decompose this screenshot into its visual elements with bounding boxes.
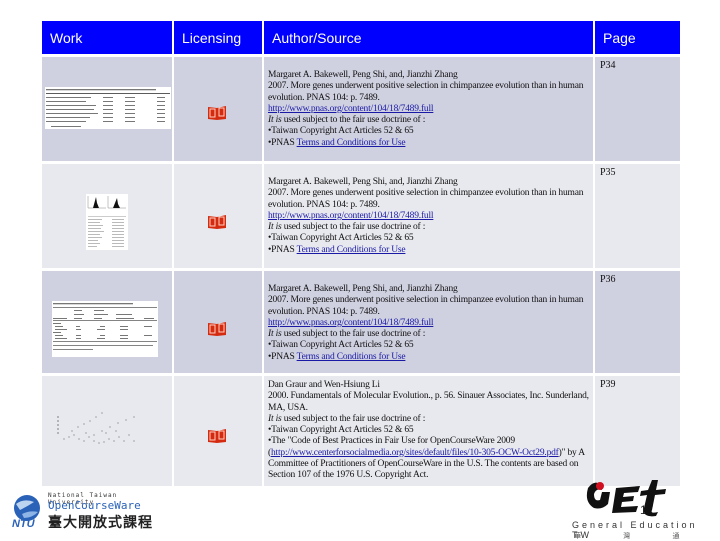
citation: 2007. More genes underwent positive sele… (268, 295, 584, 317)
scatter-plot-thumbnail-icon (57, 412, 135, 444)
bullet-pnas: •PNAS Terms and Conditions for Use (268, 351, 406, 362)
bullet-ocw-code: •The "Code of Best Practices in Fair Use… (268, 436, 585, 481)
work-cell (42, 164, 172, 268)
author-source-cell: Margaret A. Bakewell, Peng Shi, and, Jia… (264, 57, 593, 161)
table-thumbnail-icon (52, 301, 158, 357)
bullet-taiwan-copyright: •Taiwan Copyright Act Articles 52 & 65 (268, 425, 414, 436)
bullet-taiwan-copyright: •Taiwan Copyright Act Articles 52 & 65 (268, 233, 414, 244)
open-book-icon (208, 106, 226, 120)
source-link[interactable]: http://www.pnas.org/content/104/18/7489.… (268, 211, 434, 221)
page-cell: P36 (595, 271, 680, 373)
credits-table: Work Licensing Author/Source Page Margar… (42, 21, 680, 486)
work-cell (42, 376, 172, 486)
licensing-cell (174, 271, 262, 373)
author-names: Margaret A. Bakewell, Peng Shi, and, Jia… (268, 70, 458, 80)
table-thumbnail-icon (45, 87, 171, 129)
histogram-table-thumbnail-icon (86, 194, 128, 250)
ocw-name: OpenCourseWare (48, 499, 141, 512)
bullet-pnas: •PNAS Terms and Conditions for Use (268, 137, 406, 148)
work-cell (42, 57, 172, 161)
page-cell: P34 (595, 57, 680, 161)
terms-link[interactable]: Terms and Conditions for Use (297, 352, 406, 362)
bullet-taiwan-copyright: •Taiwan Copyright Act Articles 52 & 65 (268, 126, 414, 137)
author-source-cell: Margaret A. Bakewell, Peng Shi, and, Jia… (264, 271, 593, 373)
bullet-taiwan-copyright: •Taiwan Copyright Act Articles 52 & 65 (268, 340, 414, 351)
author-source-cell: Margaret A. Bakewell, Peng Shi, and, Jia… (264, 164, 593, 268)
licensing-cell (174, 164, 262, 268)
citation: 2007. More genes underwent positive sele… (268, 81, 584, 103)
header-work: Work (42, 21, 172, 54)
header-author-source: Author/Source (264, 21, 593, 54)
source-link[interactable]: http://www.pnas.org/content/104/18/7489.… (268, 104, 434, 114)
header-page: Page (595, 21, 680, 54)
fair-use-statement: It is used subject to the fair use doctr… (268, 329, 426, 340)
author-names: Margaret A. Bakewell, Peng Shi, and, Jia… (268, 177, 458, 187)
open-book-icon (208, 215, 226, 229)
fair-use-statement: It is used subject to the fair use doctr… (268, 115, 426, 126)
author-names: Dan Graur and Wen-Hsiung Li (268, 380, 380, 390)
ntu-ocw-logo: NTU National Taiwan University OpenCours… (10, 492, 160, 532)
fair-use-statement: It is used subject to the fair use doctr… (268, 222, 426, 233)
header-licensing: Licensing (174, 21, 262, 54)
source-link[interactable]: http://www.pnas.org/content/104/18/7489.… (268, 318, 434, 328)
ntu-badge: NTU (12, 518, 35, 530)
page-cell: P39 (595, 376, 680, 486)
terms-link[interactable]: Terms and Conditions for Use (297, 138, 406, 148)
bullet-pnas: •PNAS Terms and Conditions for Use (268, 244, 406, 255)
licensing-cell (174, 57, 262, 161)
page-cell: P35 (595, 164, 680, 268)
licensing-cell (174, 376, 262, 486)
open-book-icon (208, 429, 226, 443)
ocw-code-link[interactable]: http://www.centerforsocialmedia.org/site… (271, 448, 559, 458)
citation: 2007. More genes underwent positive sele… (268, 188, 584, 210)
open-book-icon (208, 322, 226, 336)
ntu-name-zh: 臺大開放式課程 (48, 515, 153, 531)
author-source-cell: Dan Graur and Wen-Hsiung Li 2000. Fundam… (264, 376, 593, 486)
author-names: Margaret A. Bakewell, Peng Shi, and, Jia… (268, 284, 458, 294)
get-wordmark-icon (586, 480, 666, 517)
citation: 2000. Fundamentals of Molecular Evolutio… (268, 391, 589, 413)
fair-use-statement: It is used subject to the fair use doctr… (268, 413, 426, 424)
terms-link[interactable]: Terms and Conditions for Use (297, 245, 406, 255)
work-cell (42, 271, 172, 373)
get-logo: General Education TW 華 灣 通 識 網 (570, 480, 720, 540)
